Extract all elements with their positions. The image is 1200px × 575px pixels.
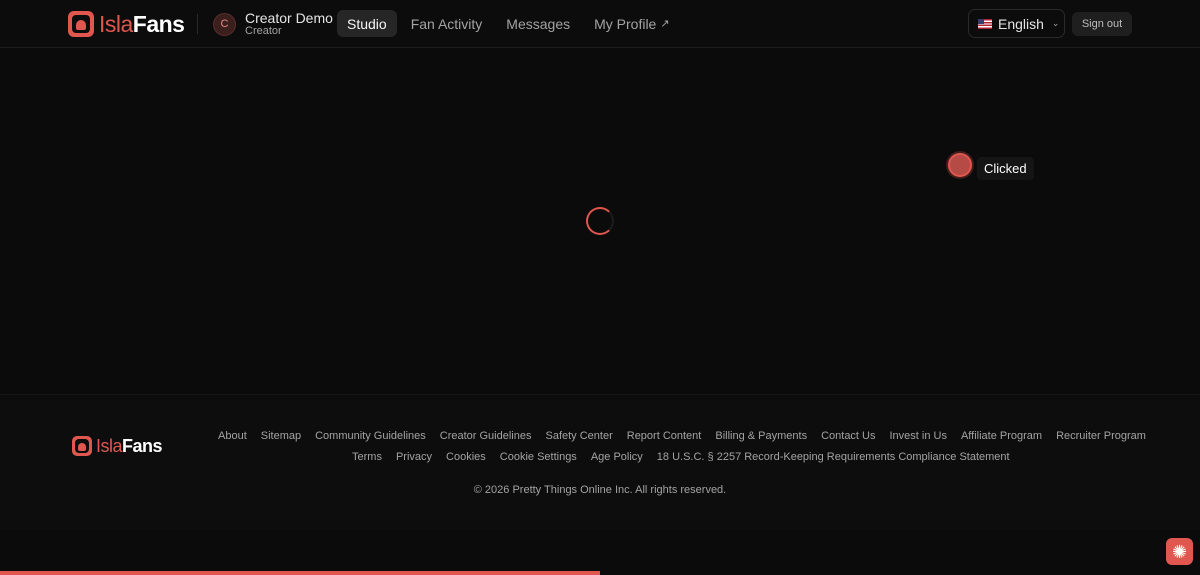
footer-logo[interactable]: IslaFans [72,436,163,456]
footer-links-row-1: About Sitemap Community Guidelines Creat… [218,430,1160,442]
footer-logo-text-fans: Fans [122,436,163,456]
footer-link-recruiter-program[interactable]: Recruiter Program [1056,430,1146,442]
footer-link-report-content[interactable]: Report Content [627,430,702,442]
main-content: Clicked [0,49,1200,394]
footer-link-cookies[interactable]: Cookies [446,451,486,463]
footer-link-affiliate-program[interactable]: Affiliate Program [961,430,1042,442]
avatar: C [213,12,236,36]
footer-link-about[interactable]: About [218,430,247,442]
user-role: Creator [245,25,282,37]
sign-out-button[interactable]: Sign out [1072,12,1132,36]
header-divider [197,14,198,34]
logo-mark-icon [68,11,94,37]
nav-my-profile[interactable]: My Profile ↗ [584,10,679,37]
footer-link-privacy[interactable]: Privacy [396,451,432,463]
page-progress-fill [0,571,600,575]
nav-my-profile-label: My Profile [594,15,657,32]
click-marker-dot [948,153,972,177]
nav-fan-activity[interactable]: Fan Activity [401,10,493,37]
nav-studio[interactable]: Studio [337,10,397,37]
user-name: Creator Demo [245,10,333,26]
footer-link-terms[interactable]: Terms [352,451,382,463]
logo-text-fans: Fans [132,11,185,37]
copyright-text: © 2026 Pretty Things Online Inc. All rig… [473,484,727,496]
footer-link-sitemap[interactable]: Sitemap [261,430,301,442]
footer-link-billing-payments[interactable]: Billing & Payments [715,430,807,442]
footer-link-community-guidelines[interactable]: Community Guidelines [315,430,426,442]
language-label: English [998,15,1044,32]
footer-logo-text-isla: Isla [96,436,123,456]
user-switcher[interactable]: C Creator Demo Creator [213,11,333,37]
footer-logo-mark-icon [72,436,92,456]
assistant-button[interactable]: ✺ [1166,538,1193,565]
page-progress-bar [0,571,1200,575]
footer-links-row-2: Terms Privacy Cookies Cookie Settings Ag… [352,451,1024,463]
footer-link-invest-in-us[interactable]: Invest in Us [890,430,947,442]
footer-link-contact-us[interactable]: Contact Us [821,430,875,442]
top-header: IslaFans C Creator Demo Creator Studio F… [0,0,1200,48]
nav-messages[interactable]: Messages [496,10,580,37]
spinner-icon [586,207,614,235]
bottom-strip [0,531,1200,575]
click-marker-label: Clicked [977,157,1034,180]
footer-link-age-policy[interactable]: Age Policy [591,451,643,463]
chevron-down-icon: ⌄ [1051,18,1060,28]
logo-text-isla: Isla [99,11,133,37]
language-selector[interactable]: English ⌄ [968,9,1065,38]
footer-link-safety-center[interactable]: Safety Center [545,430,612,442]
islafans-logo[interactable]: IslaFans [68,11,185,37]
sparkle-icon: ✺ [1171,541,1188,562]
footer-link-2257-statement[interactable]: 18 U.S.C. § 2257 Record-Keeping Requirem… [657,451,1010,463]
main-nav: Studio Fan Activity Messages My Profile … [337,10,684,37]
footer-link-creator-guidelines[interactable]: Creator Guidelines [440,430,532,442]
footer: IslaFans About Sitemap Community Guideli… [0,394,1200,531]
external-link-icon: ↗ [660,18,670,30]
footer-link-cookie-settings[interactable]: Cookie Settings [500,451,577,463]
us-flag-icon [978,18,992,29]
